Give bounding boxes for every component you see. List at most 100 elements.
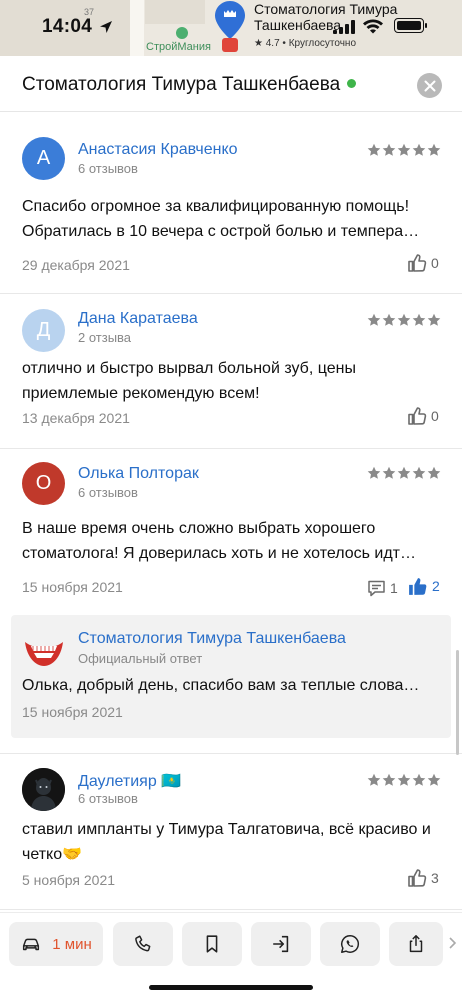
comment-icon [368,580,385,596]
official-reply-author[interactable]: Стоматология Тимура Ташкенбаева [78,630,346,648]
star-icon [367,313,381,327]
car-icon [23,938,40,951]
close-icon [424,80,435,91]
star-icon [382,466,396,480]
star-icon [427,773,441,787]
like-count: 0 [431,408,439,424]
review-author[interactable]: Олька Полторак [78,465,199,483]
avatar[interactable]: О [22,462,65,505]
star-icon [412,313,426,327]
star-icon [382,143,396,157]
star-icon [427,313,441,327]
wifi-icon [363,19,383,34]
share-icon [409,935,423,953]
share-button[interactable] [389,922,443,966]
replies-button[interactable]: 1 [367,578,398,598]
review-card: Д Дана Каратаева 2 отзыва отлично и быст… [0,294,462,449]
star-icon [397,313,411,327]
official-reply-date: 15 ноября 2021 [22,704,123,720]
star-icon [397,773,411,787]
star-icon [382,313,396,327]
review-card: Даулетияр 🇰🇿 6 отзывов ставил импланты у… [0,754,462,910]
avatar[interactable] [22,768,65,811]
review-date: 15 ноября 2021 [22,579,123,595]
route-button[interactable]: 1 мин [9,922,103,966]
review-date: 5 ноября 2021 [22,872,116,888]
review-text[interactable]: В наше время очень сложно выбрать хороше… [22,516,447,566]
chevron-right-icon[interactable] [447,935,457,951]
official-reply: Стоматология Тимура Ташкенбаева Официаль… [11,615,451,738]
like-button[interactable]: 0 [407,253,439,273]
thumbs-up-icon [407,868,427,888]
star-icon [427,466,441,480]
battery-cap [425,23,427,28]
star-icon [367,143,381,157]
review-date: 13 декабря 2021 [22,410,130,426]
user-photo [22,768,65,811]
page-title-text: Стоматология Тимура Ташкенбаева [22,74,341,95]
like-count: 0 [431,255,439,271]
review-text[interactable]: отлично и быстро вырвал больной зуб, цен… [22,356,447,406]
scrollbar[interactable] [456,650,459,755]
map-road [130,0,144,56]
star-icon [427,143,441,157]
battery-icon [394,18,424,33]
sheet-header: Стоматология Тимура Ташкенбаева [0,56,462,112]
official-reply-label: Официальный ответ [78,651,203,666]
review-author[interactable]: Даулетияр 🇰🇿 [78,771,181,791]
page-title: Стоматология Тимура Ташкенбаева [22,74,357,96]
review-card: А Анастасия Кравченко 6 отзывов Спасибо … [0,122,462,294]
bookmark-button[interactable] [182,922,242,966]
star-icon [367,773,381,787]
like-count: 2 [432,578,440,594]
clinic-logo [25,642,63,666]
star-icon [397,466,411,480]
rating-stars [367,773,441,787]
thumbs-up-filled-icon [409,577,427,595]
official-reply-text[interactable]: Олька, добрый день, спасибо вам за теплы… [22,677,442,695]
review-count: 6 отзывов [78,791,138,806]
cellular-signal-icon [333,20,355,34]
review-text[interactable]: ставил импланты у Тимура Талгатовича, вс… [22,817,447,867]
close-button[interactable] [417,73,442,98]
bookmark-icon [206,935,218,953]
reply-count: 1 [390,580,398,596]
whatsapp-button[interactable] [320,922,380,966]
like-count: 3 [431,870,439,886]
route-time: 1 мин [52,935,92,953]
place-pin-icon[interactable] [213,0,247,40]
star-icon [412,143,426,157]
map-block [145,0,205,24]
review-count: 6 отзывов [78,161,138,176]
phone-icon [135,935,151,952]
rating-stars [367,466,441,480]
map-shop-label: СтройМания [146,41,211,53]
open-status-dot [347,79,357,88]
map-place-subtitle: ★ 4.7 • Круглосуточно [254,38,357,49]
review-author[interactable]: Дана Каратаева [78,310,198,328]
review-text[interactable]: Спасибо огромное за квалифицированную по… [22,194,447,244]
like-button[interactable]: 0 [407,406,439,426]
rating-stars [367,313,441,327]
like-button[interactable]: 3 [407,868,439,888]
status-time: 14:04 [42,16,93,37]
avatar[interactable]: Д [22,309,65,352]
review-date: 29 декабря 2021 [22,257,130,273]
rating-stars [367,143,441,157]
call-button[interactable] [113,922,173,966]
review-author[interactable]: Анастасия Кравченко [78,141,238,159]
avatar[interactable]: А [22,137,65,180]
thumbs-up-icon [407,406,427,426]
entrance-button[interactable] [251,922,311,966]
star-icon [382,773,396,787]
like-button[interactable]: 2 [407,576,440,596]
shop-poi-icon[interactable] [176,27,188,39]
review-count: 6 отзывов [78,485,138,500]
star-icon [412,773,426,787]
enter-icon [273,935,289,953]
review-count: 2 отзыва [78,330,132,345]
star-icon [397,143,411,157]
whatsapp-icon [341,935,360,953]
home-indicator[interactable] [149,985,313,990]
map-preview[interactable]: 37 СтройМания Стоматология Тимура Ташкен… [0,0,462,56]
